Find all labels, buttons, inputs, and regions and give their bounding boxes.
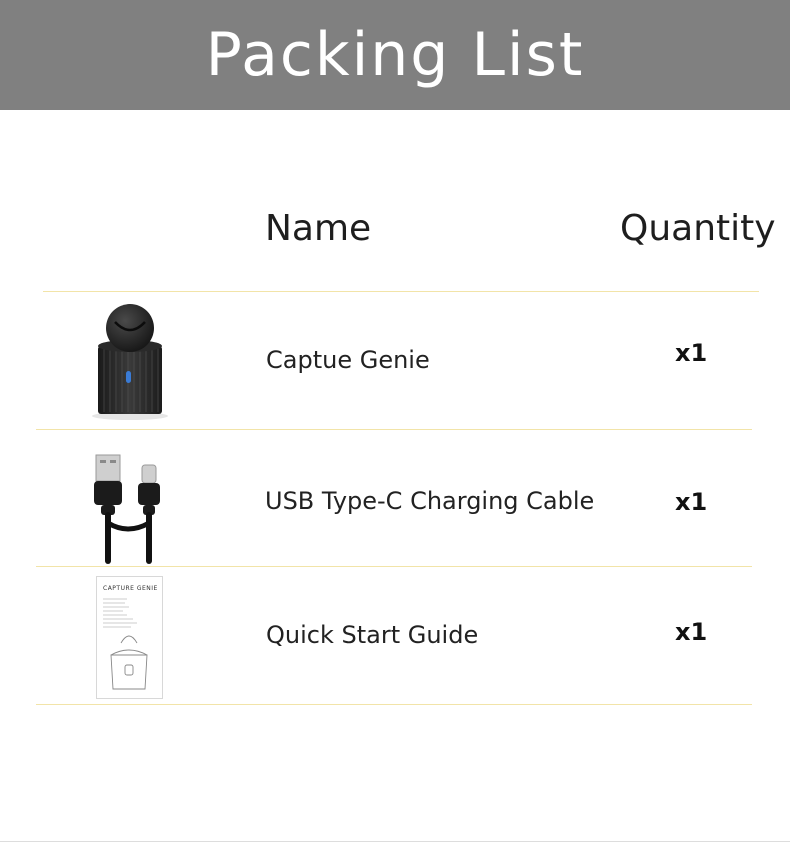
item-quantity: x1 <box>675 339 708 367</box>
item-quantity: x1 <box>675 488 708 516</box>
row-divider <box>36 429 752 430</box>
capture-genie-device-icon <box>85 298 175 422</box>
usb-c-cable-icon <box>88 453 168 565</box>
row-divider <box>36 566 752 567</box>
column-header-name: Name <box>265 208 372 249</box>
column-header-quantity: Quantity <box>620 208 776 249</box>
row-divider <box>36 704 752 705</box>
page-title: Packing List <box>205 20 585 90</box>
quick-start-guide-icon: CAPTURE GENIE <box>96 576 163 699</box>
row-divider <box>43 291 759 292</box>
page-bottom-border <box>0 841 790 842</box>
item-name: Quick Start Guide <box>266 621 479 649</box>
header-banner: Packing List <box>0 0 790 110</box>
item-quantity: x1 <box>675 618 708 646</box>
item-name: Captue Genie <box>266 346 430 374</box>
item-name: USB Type-C Charging Cable <box>265 487 595 515</box>
